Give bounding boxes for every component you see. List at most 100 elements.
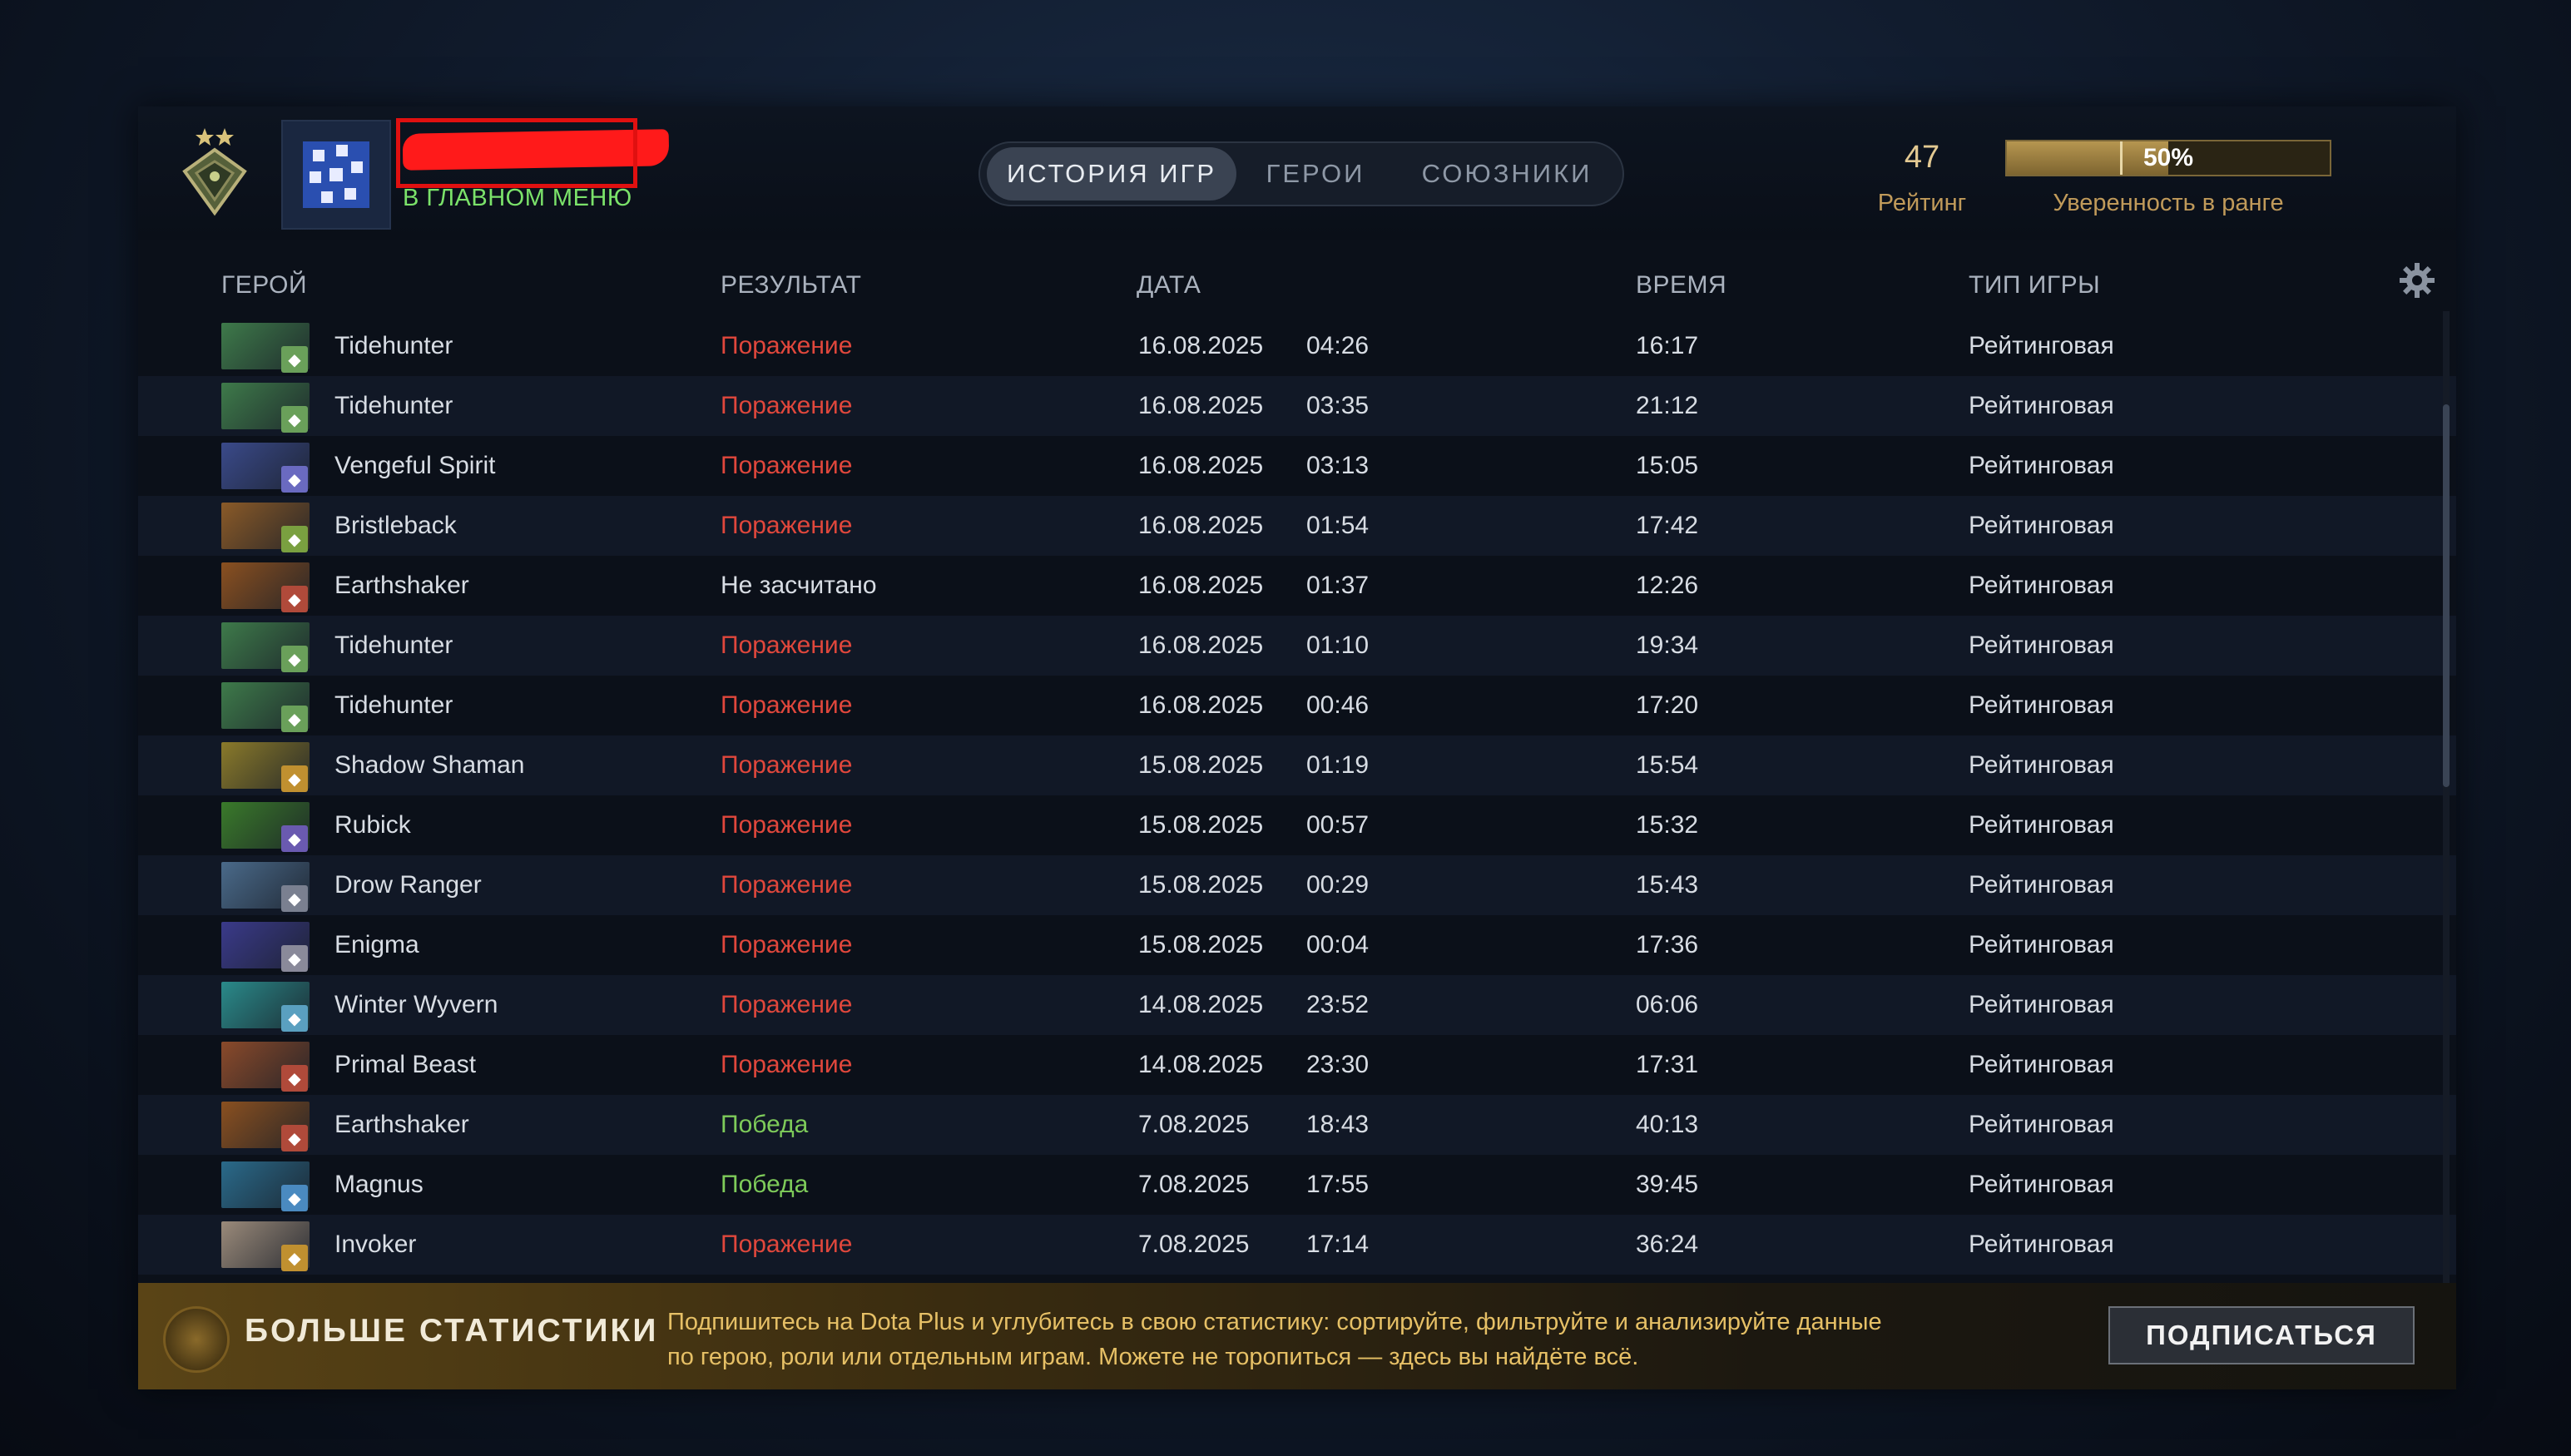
table-row[interactable]: ◆ Earthshaker Победа 7.08.2025 18:43 40:13 Рей… <box>138 1095 2456 1155</box>
table-row[interactable]: ◆ Tidehunter Поражение 16.08.2025 00:46 17:20… <box>138 676 2456 735</box>
column-header-duration[interactable]: ВРЕМЯ <box>1636 260 1726 311</box>
shield-icon: ◆ <box>281 346 308 373</box>
match-duration: 12:26 <box>1636 572 1699 599</box>
rating-label: Рейтинг <box>1877 190 1967 216</box>
hero-name: Enigma <box>334 931 419 958</box>
scrollbar-thumb[interactable] <box>2443 404 2450 787</box>
column-header-date[interactable]: ДАТА <box>1137 260 1201 311</box>
game-type: Рейтинговая <box>1969 871 2114 899</box>
hero-name: Primal Beast <box>334 1051 477 1078</box>
game-type: Рейтинговая <box>1969 1231 2114 1258</box>
match-result: Победа <box>721 1171 809 1198</box>
dota-plus-icon <box>163 1306 230 1373</box>
table-row[interactable]: ◆ Vengeful Spirit Поражение 16.08.2025 03:13… <box>138 436 2456 496</box>
game-type: Рейтинговая <box>1969 691 2114 719</box>
table-row[interactable]: ◆ Winter Wyvern Поражение 14.08.2025 23:52 06… <box>138 975 2456 1035</box>
game-type: Рейтинговая <box>1969 1111 2114 1138</box>
match-start-time: 23:30 <box>1306 1051 1370 1078</box>
match-result: Поражение <box>721 751 853 779</box>
rank-confidence-label: Уверенность в ранге <box>2053 190 2284 216</box>
match-result: Поражение <box>721 871 853 899</box>
match-duration: 17:42 <box>1636 512 1699 539</box>
match-start-time: 04:26 <box>1306 332 1370 359</box>
redaction-box <box>396 118 637 188</box>
circle-icon: ◆ <box>281 1125 308 1151</box>
match-date: 7.08.2025 <box>1138 1171 1250 1198</box>
match-duration: 15:32 <box>1636 811 1699 839</box>
boot-icon: ◆ <box>281 526 308 552</box>
match-start-time: 01:19 <box>1306 751 1370 779</box>
hero-name: Bristleback <box>334 512 457 539</box>
column-header-hero[interactable]: ГЕРОЙ <box>221 260 307 311</box>
game-type: Рейтинговая <box>1969 931 2114 958</box>
shield-icon: ◆ <box>281 646 308 672</box>
rank-confidence-bar: 50% <box>2005 140 2331 176</box>
match-result: Поражение <box>721 392 853 419</box>
table-row[interactable]: ◆ Tidehunter Поражение 16.08.2025 03:35 21:12… <box>138 376 2456 436</box>
match-result: Поражение <box>721 1051 853 1078</box>
avatar[interactable] <box>281 120 391 230</box>
table-row[interactable]: ◆ Enigma Поражение 15.08.2025 00:04 17:36 Рейт… <box>138 915 2456 975</box>
column-header-game-type[interactable]: ТИП ИГРЫ <box>1969 260 2100 311</box>
match-date: 7.08.2025 <box>1138 1231 1250 1258</box>
match-date: 16.08.2025 <box>1138 512 1264 539</box>
sword-icon: ◆ <box>281 885 308 912</box>
game-type: Рейтинговая <box>1969 452 2114 479</box>
wand-icon: ◆ <box>281 1185 308 1211</box>
hero-name: Tidehunter <box>334 631 453 659</box>
match-result: Поражение <box>721 691 853 719</box>
column-header-result[interactable]: РЕЗУЛЬТАТ <box>721 260 861 311</box>
table-row[interactable]: ◆ Tidehunter Поражение 16.08.2025 04:26 16:17… <box>138 316 2456 376</box>
tab-heroes[interactable]: ГЕРОИ <box>1236 147 1394 201</box>
tab-allies[interactable]: СОЮЗНИКИ <box>1394 147 1619 201</box>
match-duration: 15:54 <box>1636 751 1699 779</box>
match-result: Поражение <box>721 931 853 958</box>
table-row[interactable]: ◆ Primal Beast Поражение 14.08.2025 23:30 17:… <box>138 1035 2456 1095</box>
match-start-time: 01:37 <box>1306 572 1370 599</box>
match-date: 15.08.2025 <box>1138 871 1264 899</box>
match-result: Поражение <box>721 452 853 479</box>
rank-confidence-value: 50% <box>2142 144 2194 171</box>
table-row[interactable]: ◆ Magnus Победа 7.08.2025 17:55 39:45 Рейтинго… <box>138 1155 2456 1215</box>
hero-name: Magnus <box>334 1171 424 1198</box>
table-row[interactable]: ◆ Tidehunter Поражение 16.08.2025 01:10 19:34… <box>138 616 2456 676</box>
banner-description: Подпишитесь на Dota Plus и углубитесь в … <box>667 1305 2015 1374</box>
rating-value: 47 <box>1904 140 1940 175</box>
match-result: Поражение <box>721 811 853 839</box>
match-duration: 21:12 <box>1636 392 1699 419</box>
arrows-icon: ◆ <box>281 1065 308 1092</box>
tab-match-history[interactable]: ИСТОРИЯ ИГР <box>987 147 1236 201</box>
match-start-time: 00:46 <box>1306 691 1370 719</box>
table-row[interactable]: ◆ Invoker Поражение 7.08.2025 17:14 36:24 Рейт… <box>138 1215 2456 1275</box>
match-date: 16.08.2025 <box>1138 691 1264 719</box>
match-duration: 17:20 <box>1636 691 1699 719</box>
table-row[interactable]: ◆ Shadow Shaman Поражение 15.08.2025 01:19 15… <box>138 735 2456 795</box>
hero-name: Shadow Shaman <box>334 751 525 779</box>
profile-header: В ГЛАВНОМ МЕНЮ ИСТОРИЯ ИГР ГЕРОИ СОЮЗНИК… <box>138 106 2456 240</box>
table-row[interactable]: ◆ Rubick Поражение 15.08.2025 00:57 15:32 Рейт… <box>138 795 2456 855</box>
match-result: Победа <box>721 1111 809 1138</box>
match-duration: 06:06 <box>1636 991 1699 1018</box>
game-type: Рейтинговая <box>1969 332 2114 359</box>
game-type: Рейтинговая <box>1969 631 2114 659</box>
hero-name: Earthshaker <box>334 572 469 599</box>
match-start-time: 03:35 <box>1306 392 1370 419</box>
table-row[interactable]: ◆ Drow Ranger Поражение 15.08.2025 00:29 15:4… <box>138 855 2456 915</box>
game-type: Рейтинговая <box>1969 572 2114 599</box>
match-duration: 17:31 <box>1636 1051 1699 1078</box>
match-result: Поражение <box>721 1231 853 1258</box>
gear-icon[interactable] <box>2396 260 2438 301</box>
hero-name: Tidehunter <box>334 691 453 719</box>
subscribe-button[interactable]: ПОДПИСАТЬСЯ <box>2108 1306 2415 1364</box>
table-row[interactable]: ◆ Bristleback Поражение 16.08.2025 01:54 17:4… <box>138 496 2456 556</box>
match-duration: 17:36 <box>1636 931 1699 958</box>
match-start-time: 01:10 <box>1306 631 1370 659</box>
hero-name: Vengeful Spirit <box>334 452 496 479</box>
circle-icon: ◆ <box>281 586 308 612</box>
hero-name: Earthshaker <box>334 1111 469 1138</box>
table-row[interactable]: ◆ Earthshaker Не засчитано 16.08.2025 01:37 1… <box>138 556 2456 616</box>
dota-plus-banner: БОЛЬШЕ СТАТИСТИКИ Подпишитесь на Dota Pl… <box>138 1283 2456 1389</box>
hero-name: Drow Ranger <box>334 871 482 899</box>
orbs-icon: ◆ <box>281 1245 308 1271</box>
match-start-time: 00:04 <box>1306 931 1370 958</box>
